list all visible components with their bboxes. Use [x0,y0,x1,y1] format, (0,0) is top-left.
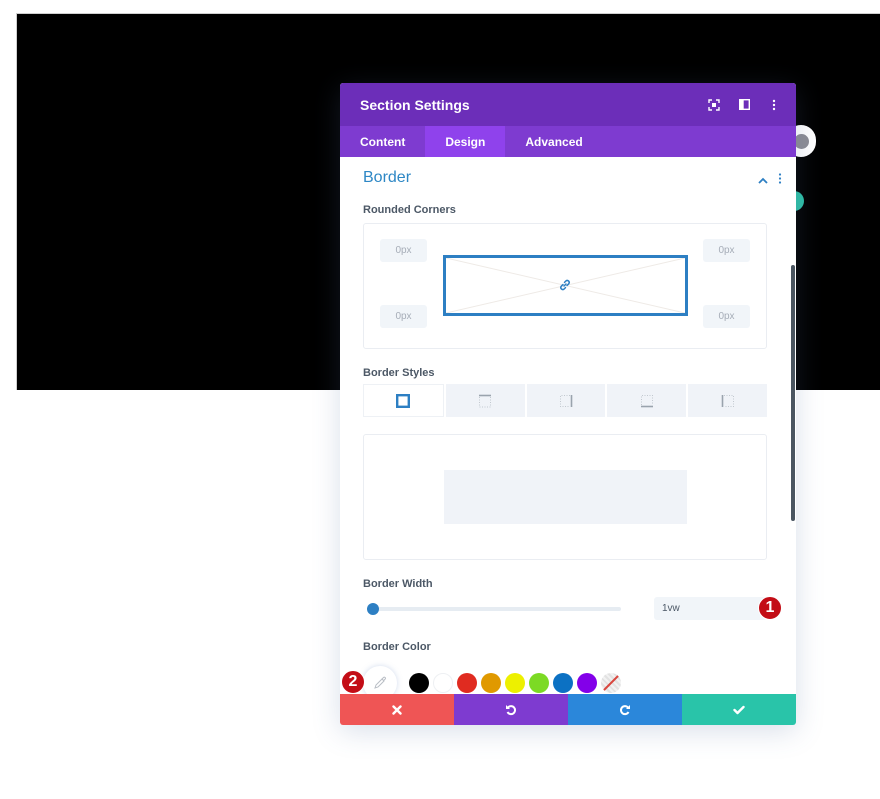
undo-button[interactable] [454,694,568,725]
group-more-options-icon[interactable] [778,171,782,189]
tab-advanced[interactable]: Advanced [505,126,602,157]
collapse-chevron-icon[interactable] [758,171,768,189]
border-style-top[interactable] [445,384,525,417]
tab-content[interactable]: Content [340,126,425,157]
border-style-preview [363,434,767,560]
color-swatch-yellow[interactable] [505,673,525,693]
border-color-label: Border Color [363,641,431,653]
rounded-corners-control: 0px 0px 0px 0px [363,223,767,349]
redo-button[interactable] [568,694,682,725]
border-group-title[interactable]: Border [363,169,411,187]
redo-icon [619,704,630,715]
color-swatch-none[interactable] [601,673,621,693]
border-width-input[interactable]: 1vw [654,597,767,620]
color-swatch-orange[interactable] [481,673,501,693]
color-swatch-green[interactable] [529,673,549,693]
split-view-icon[interactable] [738,99,750,111]
color-picker-button[interactable] [363,666,397,694]
corner-preview [443,255,688,316]
more-options-icon[interactable] [768,99,780,111]
top-left-radius-input[interactable]: 0px [380,239,427,262]
border-color-palette [363,665,625,694]
border-styles-label: Border Styles [363,367,435,379]
border-width-label: Border Width [363,578,433,590]
border-style-left[interactable] [688,384,767,417]
color-swatch-white[interactable] [433,673,453,693]
section-settings-modal: Section Settings Content Design Advanced… [340,83,796,725]
expand-icon[interactable] [708,98,720,111]
undo-icon [506,704,517,715]
border-width-slider-track[interactable] [373,607,621,611]
bottom-right-radius-input[interactable]: 0px [703,305,750,328]
color-swatch-purple[interactable] [577,673,597,693]
modal-title: Section Settings [360,96,470,113]
border-style-tabs [363,384,767,417]
top-right-radius-input[interactable]: 0px [703,239,750,262]
modal-header: Section Settings [340,83,796,126]
scrollbar[interactable] [791,265,795,521]
border-style-preview-box [444,470,687,524]
annotation-badge-1: 1 [758,596,782,620]
border-style-all-sides[interactable] [363,384,444,417]
modal-tabs: Content Design Advanced [340,126,796,157]
border-style-right[interactable] [526,384,606,417]
modal-footer [340,694,796,725]
color-swatch-black[interactable] [409,673,429,693]
link-corners-icon[interactable] [558,278,572,297]
rounded-corners-label: Rounded Corners [363,204,456,216]
modal-body: Border Rounded Corners 0px 0px 0px 0px B… [340,157,796,694]
close-icon [392,704,402,715]
border-style-bottom[interactable] [607,384,687,417]
page: Section Settings Content Design Advanced… [0,0,880,799]
color-swatch-blue[interactable] [553,673,573,693]
save-button[interactable] [682,694,796,725]
bottom-left-radius-input[interactable]: 0px [380,305,427,328]
tab-design[interactable]: Design [425,126,506,157]
eyedropper-icon [374,676,386,689]
check-icon [733,705,745,714]
border-width-slider-handle[interactable] [367,603,379,615]
color-swatch-red[interactable] [457,673,477,693]
cancel-button[interactable] [340,694,454,725]
annotation-badge-2: 2 [341,670,365,694]
